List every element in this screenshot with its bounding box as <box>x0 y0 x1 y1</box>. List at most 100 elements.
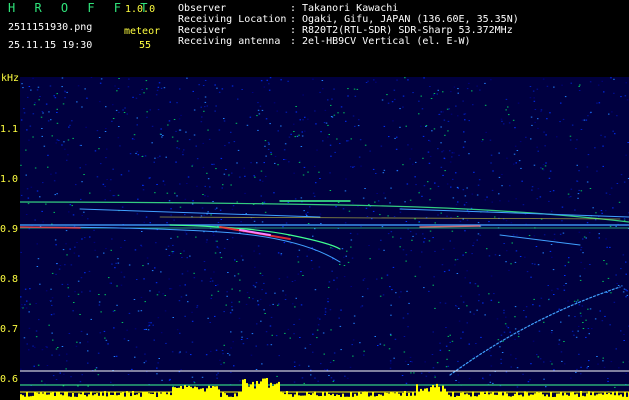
noise-dot <box>603 260 605 261</box>
noise-dot <box>520 167 522 169</box>
noise-dot <box>532 340 535 342</box>
noise-dot <box>600 134 602 136</box>
noise-dot <box>431 354 434 355</box>
noise-dot <box>330 247 332 249</box>
activity-bar <box>452 392 454 400</box>
noise-dot <box>231 306 233 308</box>
noise-dot <box>551 256 553 258</box>
noise-dot <box>231 309 234 311</box>
activity-bar <box>594 395 596 400</box>
noise-dot <box>616 183 619 184</box>
noise-dot <box>564 275 566 276</box>
noise-dot <box>272 303 274 305</box>
noise-dot <box>254 176 256 178</box>
noise-dot <box>50 173 52 175</box>
noise-dot <box>211 164 213 165</box>
noise-dot <box>319 178 321 179</box>
noise-dot <box>105 248 107 250</box>
noise-dot <box>239 279 241 281</box>
noise-dot <box>223 120 226 122</box>
noise-dot <box>56 139 59 141</box>
noise-dot <box>375 173 377 174</box>
noise-dot <box>534 109 537 110</box>
noise-dot <box>118 78 120 79</box>
noise-dot <box>609 194 611 195</box>
noise-dot <box>579 84 581 86</box>
activity-bar <box>342 393 344 400</box>
noise-dot <box>264 145 266 147</box>
noise-dot <box>206 239 208 241</box>
noise-dot <box>400 291 402 293</box>
noise-dot <box>330 155 332 157</box>
noise-dot <box>560 351 563 353</box>
noise-dot <box>160 133 162 135</box>
noise-dot <box>280 253 283 255</box>
noise-dot <box>448 108 450 110</box>
noise-dot <box>136 279 138 280</box>
noise-dot <box>515 358 517 360</box>
noise-dot <box>58 139 60 141</box>
noise-dot <box>120 284 123 286</box>
noise-dot <box>118 111 120 113</box>
noise-dot <box>491 189 494 191</box>
noise-dot <box>61 77 64 79</box>
noise-dot <box>425 126 427 127</box>
noise-dot <box>84 88 86 90</box>
noise-dot <box>598 237 600 239</box>
noise-dot <box>445 366 448 368</box>
noise-dot <box>425 125 428 126</box>
noise-dot <box>207 178 210 180</box>
activity-bar <box>180 386 182 400</box>
noise-dot <box>456 186 459 188</box>
noise-dot <box>345 255 347 257</box>
noise-dot <box>39 196 41 198</box>
noise-dot <box>437 185 440 187</box>
noise-dot <box>383 169 386 171</box>
activity-bar <box>350 391 352 400</box>
noise-dot <box>96 130 99 132</box>
noise-dot <box>41 380 43 382</box>
noise-dot <box>434 307 436 309</box>
noise-dot <box>124 240 126 241</box>
noise-dot <box>537 150 539 152</box>
noise-dot <box>490 79 492 81</box>
activity-bar <box>314 391 316 400</box>
noise-dot <box>22 87 24 89</box>
noise-dot <box>114 267 116 269</box>
noise-dot <box>126 329 128 331</box>
noise-dot <box>576 164 578 166</box>
activity-bar <box>438 386 440 400</box>
noise-dot <box>379 295 382 297</box>
noise-dot <box>187 176 190 178</box>
noise-dot <box>626 99 629 101</box>
noise-dot <box>164 310 167 312</box>
noise-dot <box>484 104 487 106</box>
noise-dot <box>104 131 107 132</box>
noise-dot <box>99 332 102 334</box>
noise-dot <box>468 343 470 345</box>
noise-dot <box>114 85 116 87</box>
noise-dot <box>384 197 387 199</box>
noise-dot <box>334 151 336 153</box>
noise-dot <box>625 372 627 374</box>
noise-dot <box>64 148 66 150</box>
noise-dot <box>432 331 434 333</box>
activity-bar <box>318 396 320 400</box>
noise-dot <box>439 342 441 344</box>
noise-dot <box>428 240 431 242</box>
noise-dot <box>581 305 584 307</box>
activity-bar <box>432 385 434 400</box>
noise-dot <box>525 306 528 308</box>
noise-dot <box>170 237 172 239</box>
noise-dot <box>229 312 232 314</box>
noise-dot <box>478 179 481 181</box>
noise-dot <box>439 349 442 351</box>
noise-dot <box>480 336 482 338</box>
noise-dot <box>590 111 592 113</box>
noise-dot <box>81 215 83 216</box>
noise-dot <box>411 361 413 363</box>
noise-dot <box>336 288 338 290</box>
noise-dot <box>61 144 63 146</box>
noise-dot <box>270 344 273 346</box>
noise-dot <box>318 171 320 173</box>
